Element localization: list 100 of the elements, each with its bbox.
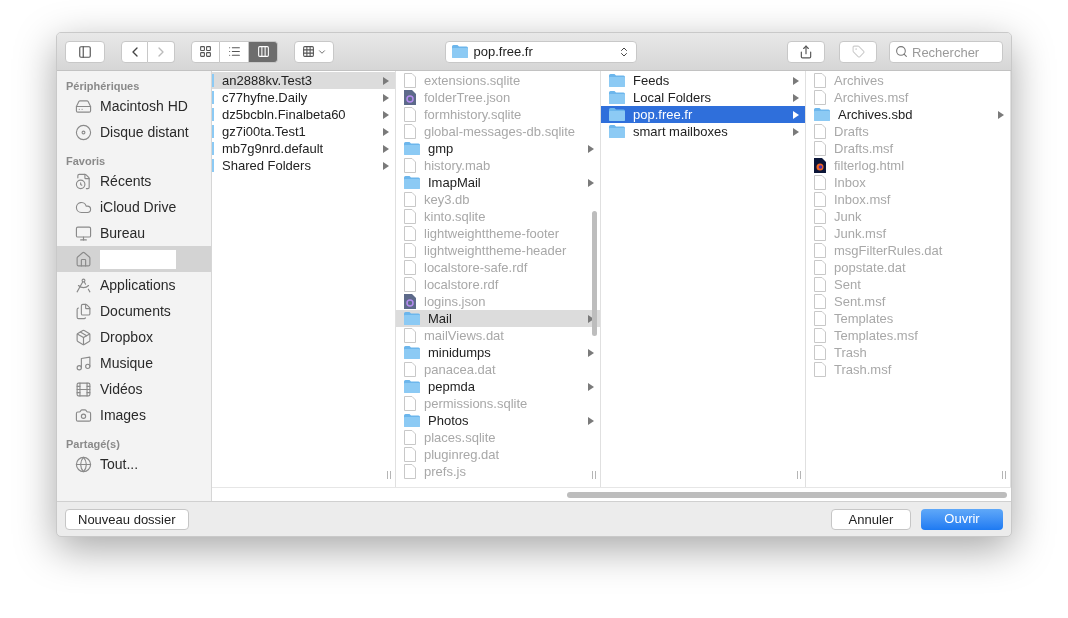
list-view-icon [227, 45, 241, 58]
sidebar-item[interactable]: Macintosh HD [57, 93, 211, 119]
file-icon [814, 328, 826, 343]
back-button[interactable] [121, 40, 148, 63]
columns-view-icon [256, 45, 270, 58]
item-name: Trash.msf [834, 363, 893, 376]
dialog-button[interactable]: Annuler [831, 508, 911, 530]
file-icon [404, 260, 416, 275]
item-name: pepmda [428, 380, 476, 393]
folder-row[interactable]: gz7i00ta.Test1 [212, 123, 395, 140]
sidebar-item[interactable]: Vidéos [57, 376, 211, 402]
item-name: smart mailboxes [633, 125, 729, 138]
share-button[interactable] [787, 40, 825, 63]
column-resize-handle[interactable] [592, 471, 596, 479]
item-name: Sent.msf [834, 295, 887, 308]
view-mode-button[interactable] [191, 40, 220, 63]
folder-icon [609, 74, 625, 87]
dialog-button[interactable]: Nouveau dossier [65, 508, 189, 530]
file-icon [814, 260, 826, 275]
folder-row[interactable]: Shared Folders [212, 157, 395, 174]
item-name: mb7g9nrd.default [222, 142, 325, 155]
film-icon [75, 380, 92, 398]
sidebar-toggle-button[interactable] [65, 40, 105, 63]
file-icon [404, 430, 416, 445]
group-menu-button[interactable] [294, 40, 334, 63]
file-icon [404, 158, 416, 173]
sidebar-item[interactable]: Bureau [57, 220, 211, 246]
item-name: filterlog.html [834, 159, 906, 172]
folder-row[interactable]: mb7g9nrd.default [212, 140, 395, 157]
folder-icon [404, 346, 420, 359]
item-name: Mail [428, 312, 453, 325]
folder-icon [814, 108, 830, 121]
column-resize-handle[interactable] [1002, 471, 1006, 479]
open-button[interactable]: Ouvrir [921, 508, 1003, 530]
view-mode-button[interactable] [220, 40, 249, 63]
folder-icon [609, 125, 625, 138]
folder-icon [404, 142, 420, 155]
folder-row[interactable]: Mail [396, 310, 600, 327]
disclosure-triangle-icon [588, 314, 594, 323]
sidebar-heading: Favoris [65, 154, 107, 168]
item-name: mailViews.dat [424, 329, 505, 342]
folder-icon [404, 414, 420, 427]
sidebar-item[interactable] [57, 246, 211, 272]
sidebar-item[interactable]: Disque distant [57, 119, 211, 145]
folder-row[interactable]: dz5bcbln.Finalbeta60 [212, 106, 395, 123]
sidebar-item[interactable]: Récents [57, 168, 211, 194]
item-name: places.sqlite [424, 431, 497, 444]
file-icon [814, 345, 826, 360]
view-mode-button[interactable] [249, 40, 278, 63]
document-icon [404, 90, 416, 105]
folder-row[interactable]: minidumps [396, 344, 600, 361]
column-resize-handle[interactable] [797, 471, 801, 479]
item-name: Sent [834, 278, 862, 291]
sidebar-item[interactable]: iCloud Drive [57, 194, 211, 220]
disclosure-triangle-icon [588, 178, 594, 187]
item-name: Inbox [834, 176, 867, 189]
item-name: minidumps [428, 346, 492, 359]
folder-row[interactable]: Local Folders [601, 89, 805, 106]
folder-row[interactable]: Archives.sbd [806, 106, 1010, 123]
folder-row[interactable]: c77hyfne.Daily [212, 89, 395, 106]
item-name: Shared Folders [222, 159, 312, 172]
disclosure-triangle-icon [588, 382, 594, 391]
hard-drive-icon [75, 97, 92, 115]
sidebar-heading: Partagé(s) [65, 437, 121, 451]
folder-row[interactable]: ImapMail [396, 174, 600, 191]
folder-row[interactable]: gmp [396, 140, 600, 157]
folder-row[interactable]: pepmda [396, 378, 600, 395]
box-icon [75, 328, 92, 346]
folder-row[interactable]: an2888kv.Test3 [212, 72, 395, 89]
sidebar-item[interactable]: Dropbox [57, 324, 211, 350]
browser-document-icon [814, 158, 826, 173]
sidebar-item[interactable]: Documents [57, 298, 211, 324]
item-name: Inbox.msf [834, 193, 892, 206]
sidebar-item[interactable]: Applications [57, 272, 211, 298]
file-icon [814, 90, 826, 105]
sidebar-item[interactable]: Images [57, 402, 211, 428]
column-resize-handle[interactable] [387, 471, 391, 479]
item-name: gmp [428, 142, 455, 155]
file-icon [814, 141, 826, 156]
file-icon [814, 362, 826, 377]
disclosure-triangle-icon [588, 416, 594, 425]
folder-icon [609, 91, 625, 104]
item-name: Trash [834, 346, 868, 359]
search-field[interactable]: Rechercher [889, 41, 1003, 63]
sidebar-item[interactable]: Musique [57, 350, 211, 376]
sidebar-item[interactable]: Tout... [57, 451, 211, 477]
item-name: lightweighttheme-footer [424, 227, 561, 240]
horizontal-scrollbar[interactable] [567, 491, 1007, 498]
folder-icon [404, 380, 420, 393]
path-popup-button[interactable]: pop.free.fr [444, 40, 637, 63]
sidebar-icon [78, 44, 92, 59]
item-name: localstore.rdf [424, 278, 500, 291]
folder-row[interactable]: smart mailboxes [601, 123, 805, 140]
folder-row[interactable]: pop.free.fr [601, 106, 805, 123]
item-name: Archives [834, 74, 885, 87]
vertical-scrollbar[interactable] [592, 211, 597, 336]
file-icon [404, 447, 416, 462]
folder-row[interactable]: Photos [396, 412, 600, 429]
item-name: Archives.sbd [838, 108, 914, 121]
folder-row[interactable]: Feeds [601, 72, 805, 89]
